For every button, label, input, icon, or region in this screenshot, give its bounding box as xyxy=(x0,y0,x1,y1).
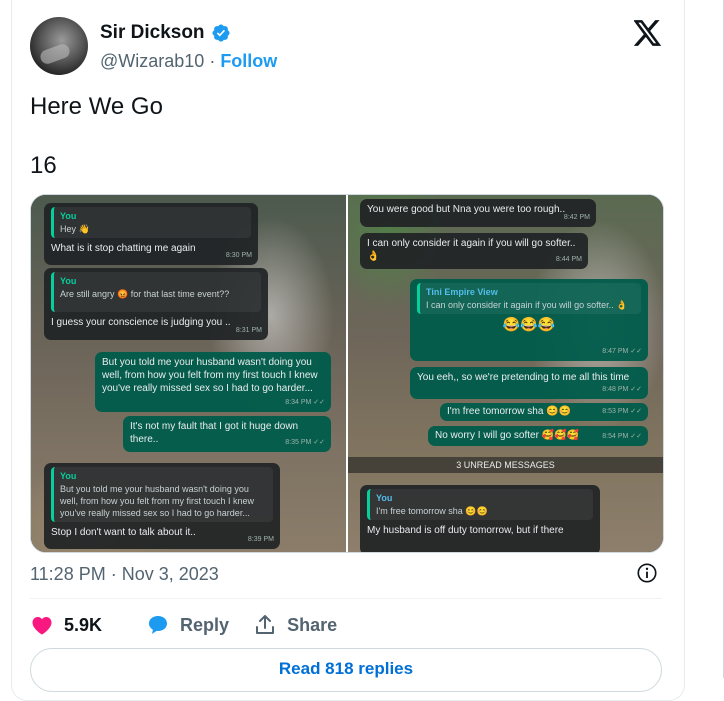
share-label: Share xyxy=(287,614,338,635)
chat-message: But you told me your husband wasn't doin… xyxy=(95,352,331,412)
follow-button[interactable]: Follow xyxy=(220,51,277,71)
reply-bubble-icon xyxy=(149,616,168,634)
reply-button[interactable]: Reply xyxy=(146,609,229,641)
divider xyxy=(30,598,662,599)
chat-message: You Are still angry 😡 for that last time … xyxy=(44,268,268,340)
x-logo-icon[interactable] xyxy=(634,20,662,46)
chat-message: No worry I will go softer 🥰🥰🥰 8:54 PM ✓✓ xyxy=(428,426,648,446)
chat-message: You I'm free tomorrow sha 😊😊 My husband i… xyxy=(360,485,600,552)
share-button[interactable]: Share xyxy=(253,609,337,641)
author-name-row: Sir Dickson xyxy=(100,22,231,44)
heart-icon xyxy=(32,617,52,635)
chat-message: Tini Empire View I can only consider it a… xyxy=(410,279,648,361)
chat-message: It's not my fault that I got it huge dow… xyxy=(123,416,331,452)
handle-separator: · xyxy=(204,51,221,71)
chat-message: You eeh,, so we're pretending to me all … xyxy=(410,367,648,399)
chat-message: I can only consider it again if you will… xyxy=(360,233,588,269)
chat-screenshot-right[interactable]: You were good but Nna you were too rough… xyxy=(348,195,663,552)
chat-message: I'm free tomorrow sha 😊😊 8:53 PM ✓✓ xyxy=(440,403,648,421)
author-handle-row: @Wizarab10 · Follow xyxy=(100,51,277,72)
tweet-text: Here We Go xyxy=(30,93,163,120)
reply-label: Reply xyxy=(180,614,230,635)
avatar[interactable] xyxy=(30,17,88,75)
chat-message: You But you told me your husband wasn't d… xyxy=(44,463,280,549)
tweet-media[interactable]: You Hey 👋 What is it stop chatting me aga… xyxy=(30,194,664,553)
read-replies-button[interactable]: Read 818 replies xyxy=(30,648,662,692)
tweet-timestamp[interactable]: 11:28 PM · Nov 3, 2023 xyxy=(30,564,219,585)
author-display-name[interactable]: Sir Dickson xyxy=(100,22,205,44)
like-button[interactable]: 5.9K xyxy=(30,609,122,641)
chat-screenshot-left[interactable]: You Hey 👋 What is it stop chatting me aga… xyxy=(31,195,346,552)
action-bar: 5.9K Reply Share xyxy=(30,609,361,641)
chat-message: You Hey 👋 What is it stop chatting me aga… xyxy=(44,203,258,265)
author-handle[interactable]: @Wizarab10 xyxy=(100,51,204,71)
share-icon xyxy=(256,615,275,634)
chat-message: You were good but Nna you were too rough… xyxy=(360,199,596,227)
info-icon[interactable] xyxy=(636,562,658,584)
unread-messages-banner: 3 UNREAD MESSAGES xyxy=(348,457,663,473)
verified-badge-icon xyxy=(212,24,230,42)
like-count: 5.9K xyxy=(64,614,103,635)
tweet-number: 16 xyxy=(30,152,57,179)
